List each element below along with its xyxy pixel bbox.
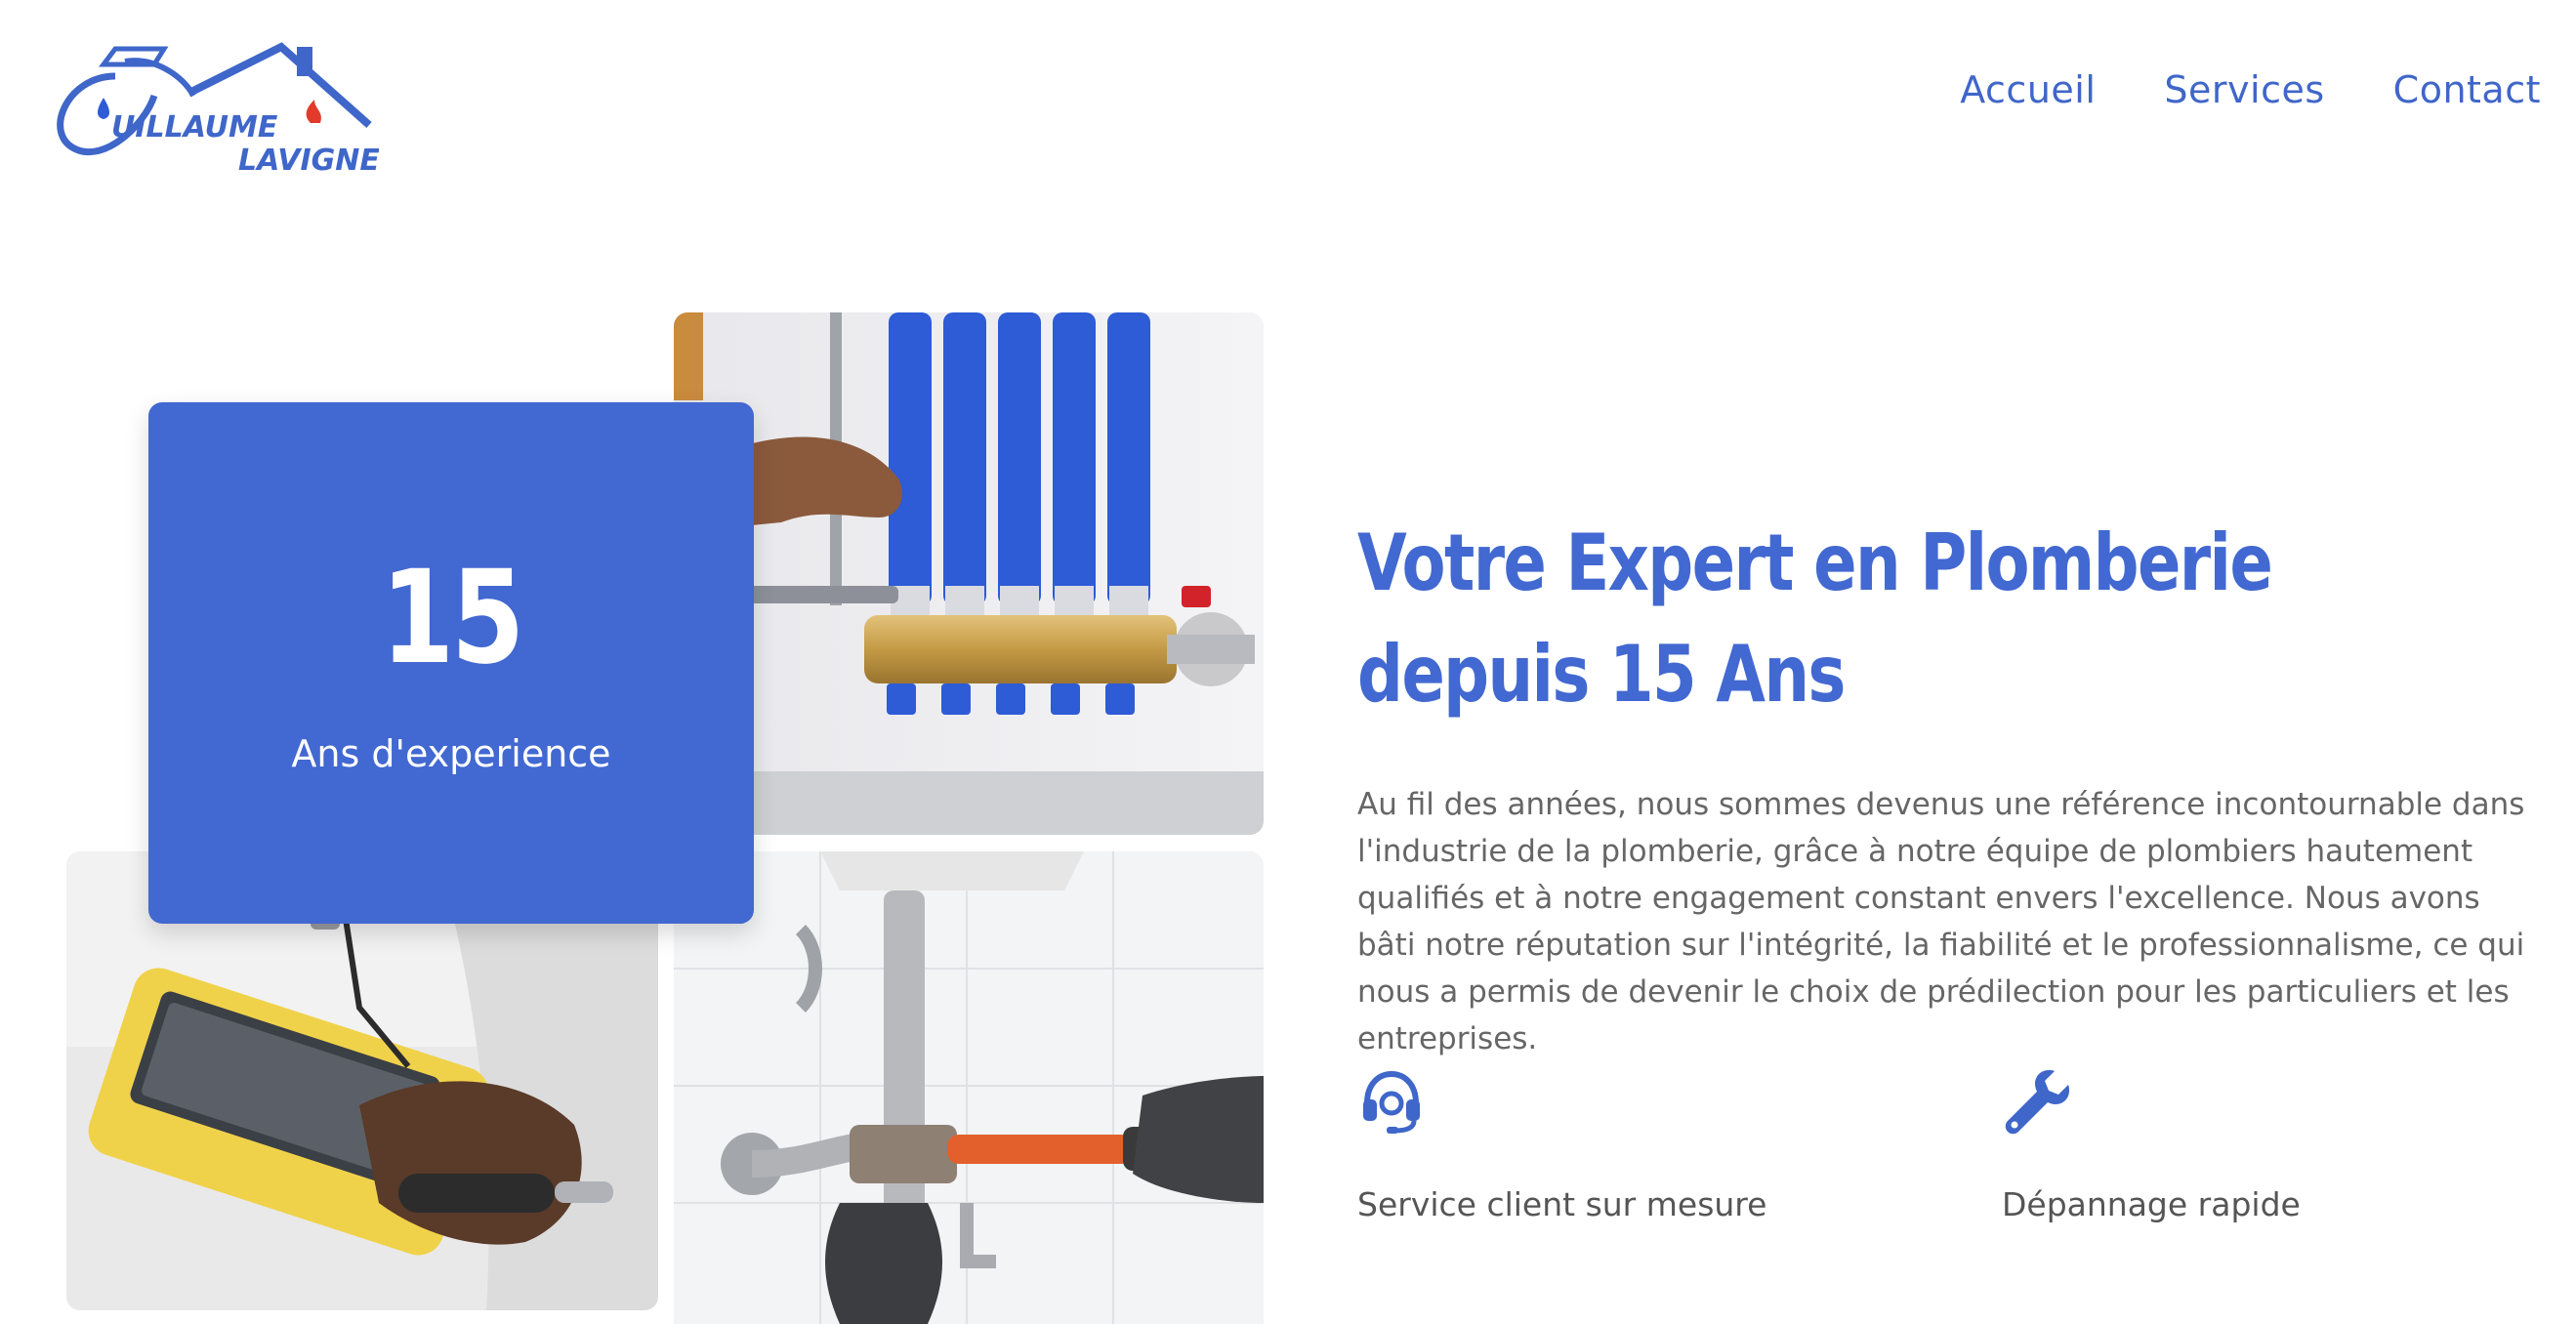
flame-icon — [306, 100, 321, 123]
logo-line2: LAVIGNE — [238, 144, 379, 178]
hero-title: Votre Expert en Plomberie depuis 15 Ans — [1357, 517, 2273, 720]
manifold-photo — [674, 312, 1264, 835]
feature-label: Dépannage rapide — [2002, 1185, 2301, 1223]
experience-card: 15 Ans d'experience — [148, 402, 754, 924]
hero-body: Au fil des années, nous sommes devenus u… — [1357, 787, 2525, 1056]
feature-fast-repair: Dépannage rapide — [2002, 1066, 2301, 1223]
logo-mark: UILLAUME LAVIGNE — [57, 42, 380, 178]
logo-line1: UILLAUME — [111, 110, 278, 145]
logo[interactable]: UILLAUME LAVIGNE — [47, 18, 380, 182]
headset-icon — [1363, 1070, 1420, 1134]
sink-pipe-photo — [674, 851, 1264, 1324]
wrench-icon — [2005, 1070, 2069, 1135]
main-nav: Accueil Services Contact — [1960, 68, 2541, 111]
water-drop-icon — [98, 98, 109, 119]
experience-years: 15 — [380, 543, 524, 693]
nav-services[interactable]: Services — [2164, 68, 2324, 111]
nav-contact[interactable]: Contact — [2393, 68, 2541, 111]
feature-customer-service: Service client sur mesure — [1357, 1066, 1766, 1223]
nav-accueil[interactable]: Accueil — [1960, 68, 2096, 111]
feature-label: Service client sur mesure — [1357, 1185, 1767, 1223]
experience-label: Ans d'experience — [291, 732, 611, 775]
